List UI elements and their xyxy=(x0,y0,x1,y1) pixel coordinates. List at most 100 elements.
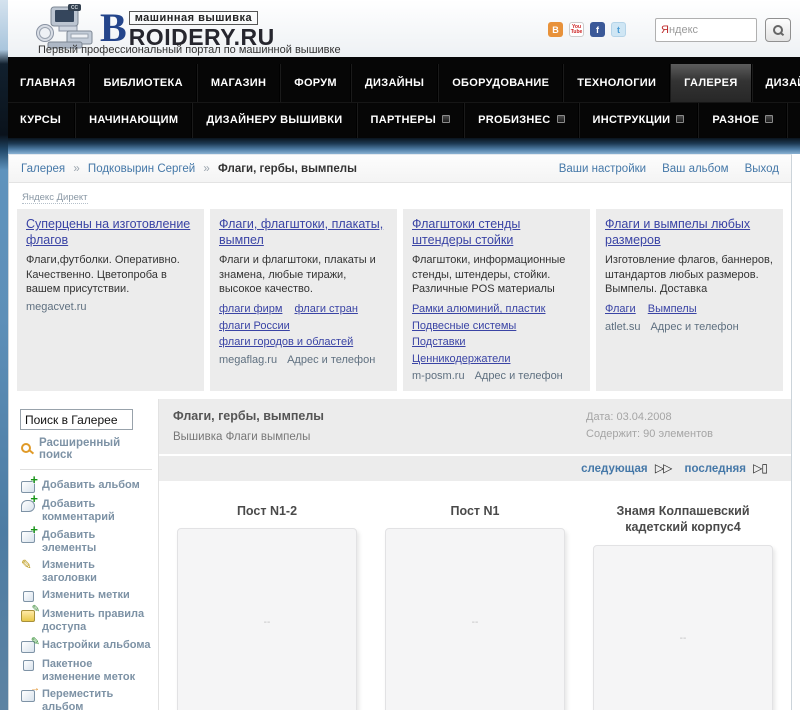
advanced-search-link[interactable]: Расширенный поиск xyxy=(20,437,152,461)
nav-instruktsii[interactable]: ИНСТРУКЦИИ xyxy=(578,103,699,138)
ad-body-text: Флагштоки, информационные стенды, штенде… xyxy=(412,254,566,295)
item-thumbnail[interactable]: -- xyxy=(177,528,357,710)
user-settings-link[interactable]: Ваши настройки xyxy=(559,163,646,175)
ad-body-text: Изготовление флагов, баннеров, штандарто… xyxy=(605,254,773,295)
item-thumbnail[interactable]: -- xyxy=(593,544,773,710)
broken-image-icon: -- xyxy=(679,633,687,645)
ad-sitelink[interactable]: флаги фирм xyxy=(219,301,282,318)
nav-dizaynery[interactable]: ДИЗАЙНЕРЫ xyxy=(751,64,800,102)
sidebar-item-move-album[interactable]: Переместить альбом xyxy=(20,683,152,710)
edit-tags-icon xyxy=(20,589,39,604)
ad-sitelink[interactable]: флаги городов и областей xyxy=(219,334,353,351)
ad-domain-link[interactable]: megaflag.ru xyxy=(219,354,277,366)
ad-domain-link[interactable]: m-posm.ru xyxy=(412,370,465,382)
breadcrumb-bar: Галерея » Подковырин Сергей » Флаги, гер… xyxy=(9,155,791,183)
nav-tekhnologii[interactable]: ТЕХНОЛОГИИ xyxy=(563,64,671,102)
album-settings-icon xyxy=(20,636,40,654)
ad-sitelink[interactable]: Ценникодержатели xyxy=(412,351,510,368)
sidebar-item-edit-access[interactable]: Изменить правила доступа xyxy=(20,604,152,634)
pagination-bar: следующая ▷▷ последняя ▷▯ xyxy=(159,456,791,482)
ad-block-3: Флагштоки стенды штендеры стойки Флагшто… xyxy=(403,209,590,392)
page-left-edge xyxy=(0,0,8,710)
nav-nachinayushchim[interactable]: НАЧИНАЮЩИМ xyxy=(75,103,193,138)
nav-forum[interactable]: ФОРУМ xyxy=(280,64,351,102)
logout-link[interactable]: Выход xyxy=(745,163,779,175)
search-magnifier-icon xyxy=(772,24,784,36)
sidebar-item-add-album[interactable]: Добавить альбом xyxy=(20,472,152,494)
move-album-icon xyxy=(20,683,40,703)
ad-sitelink[interactable]: Рамки алюминий, пластик xyxy=(412,301,546,318)
gallery-item-1: Пост N1-2 -- Дата: 10.06.2015 Новый « оп… xyxy=(163,503,371,710)
youtube-icon[interactable]: You Tube xyxy=(569,22,584,37)
gallery-search-input[interactable] xyxy=(20,409,133,431)
nav-biblioteka[interactable]: БИБЛИОТЕКА xyxy=(89,64,197,102)
nav-kursy[interactable]: КУРСЫ xyxy=(6,103,76,138)
logo-cc-badge: cc xyxy=(68,4,81,11)
edit-titles-icon xyxy=(20,557,39,574)
breadcrumb-gallery-link[interactable]: Галерея xyxy=(21,163,65,175)
ad-contact-link[interactable]: Адрес и телефон xyxy=(650,321,738,333)
ad-block-1: Суперцены на изготовление флагов Флаги,ф… xyxy=(17,209,204,392)
gallery-item-3: Знамя Колпашевский кадетский корпус4 -- … xyxy=(579,503,787,710)
gallery-items: Пост N1-2 -- Дата: 10.06.2015 Новый « оп… xyxy=(159,481,791,710)
ad-sitelink[interactable]: Флаги xyxy=(605,301,636,318)
ad-sitelink[interactable]: Вымпелы xyxy=(648,301,697,318)
ad-sitelink[interactable]: флаги стран xyxy=(295,301,358,318)
last-page-icon[interactable]: ▷▯ xyxy=(753,461,768,475)
user-album-link[interactable]: Ваш альбом xyxy=(662,163,728,175)
nav-row-2: КУРСЫ НАЧИНАЮЩИМ ДИЗАЙНЕРУ ВЫШИВКИ ПАРТН… xyxy=(0,103,800,138)
ad-title-link[interactable]: Суперцены на изготовление флагов xyxy=(26,217,195,248)
nav-magazin[interactable]: МАГАЗИН xyxy=(196,64,281,102)
nav-row-1: ГЛАВНАЯ БИБЛИОТЕКА МАГАЗИН ФОРУМ ДИЗАЙНЫ… xyxy=(0,64,800,103)
nav-dizayny[interactable]: ДИЗАЙНЫ xyxy=(350,64,439,102)
ad-title-link[interactable]: Флаги, флагштоки, плакаты, вымпел xyxy=(219,217,388,248)
nav-probiznes[interactable]: PROБИЗНЕС xyxy=(464,103,579,138)
sidebar-item-album-settings[interactable]: Настройки альбома xyxy=(20,636,152,654)
add-elements-icon xyxy=(20,522,39,544)
sidebar-item-add-elements[interactable]: Добавить элементы xyxy=(20,522,152,555)
breadcrumb-author-link[interactable]: Подковырин Сергей xyxy=(88,163,195,175)
blogger-icon[interactable]: B xyxy=(548,22,563,37)
magnifier-icon xyxy=(20,442,35,456)
sidebar-item-edit-tags[interactable]: Изменить метки xyxy=(20,589,152,604)
next-page-link[interactable]: следующая xyxy=(581,463,648,475)
ad-sitelink[interactable]: флаги России xyxy=(219,318,290,335)
ad-domain-link[interactable]: megacvet.ru xyxy=(26,301,87,313)
sidebar-item-edit-titles[interactable]: Изменить заголовки xyxy=(20,557,152,585)
breadcrumb-separator: » xyxy=(73,163,80,175)
ad-domain-link[interactable]: atlet.su xyxy=(605,321,640,333)
item-thumbnail[interactable]: -- xyxy=(385,528,565,710)
yandex-search-button[interactable] xyxy=(765,18,791,42)
nav-galereya[interactable]: ГАЛЕРЕЯ xyxy=(670,64,752,102)
ad-sitelink[interactable]: Подставки xyxy=(412,334,466,351)
item-title: Пост N1 xyxy=(450,504,500,519)
ad-contact-link[interactable]: Адрес и телефон xyxy=(287,354,375,366)
yandex-direct-label: Яндекс Директ xyxy=(22,192,88,204)
sidebar-item-add-comment[interactable]: Добавить комментарий xyxy=(20,491,152,524)
nav-oborudovanie[interactable]: ОБОРУДОВАНИЕ xyxy=(438,64,564,102)
ad-sitelink[interactable]: Подвесные системы xyxy=(412,318,516,335)
nav-dizayneru-vyshivki[interactable]: ДИЗАЙНЕРУ ВЫШИВКИ xyxy=(192,103,357,138)
ad-contact-link[interactable]: Адрес и телефон xyxy=(475,370,563,382)
ads-row: Суперцены на изготовление флагов Флаги,ф… xyxy=(17,209,783,392)
nav-glavnaya[interactable]: ГЛАВНАЯ xyxy=(6,64,90,102)
yandex-direct-ads: Яндекс Директ Суперцены на изготовление … xyxy=(9,183,791,399)
ad-title-link[interactable]: Флагштоки стенды штендеры стойки xyxy=(412,217,581,248)
dropdown-indicator-icon xyxy=(765,115,774,123)
content-panel: Галерея » Подковырин Сергей » Флаги, гер… xyxy=(8,154,792,710)
sidebar-item-batch-tags[interactable]: Пакетное изменение меток xyxy=(20,658,152,684)
yandex-search-input[interactable]: Яндекс xyxy=(655,18,757,42)
ad-body-text: Флаги и флагштоки, плакаты и знамена, лю… xyxy=(219,254,376,295)
ad-title-link[interactable]: Флаги и вымпелы любых размеров xyxy=(605,217,774,248)
ad-block-4: Флаги и вымпелы любых размеров Изготовле… xyxy=(596,209,783,392)
gallery-sidebar: Расширенный поиск Добавить альбом Добави… xyxy=(9,399,159,710)
nav-o-nas[interactable]: О НАС xyxy=(787,103,800,138)
last-page-link[interactable]: последняя xyxy=(685,463,746,475)
nav-shadow-band xyxy=(0,138,800,154)
nav-raznoe[interactable]: РАЗНОЕ xyxy=(698,103,788,138)
ad-sitelinks: Рамки алюминий, пластик Подвесные систем… xyxy=(412,301,581,367)
facebook-icon[interactable]: f xyxy=(590,22,605,37)
nav-partnery[interactable]: ПАРТНЕРЫ xyxy=(356,103,465,138)
next-page-icon[interactable]: ▷▷ xyxy=(655,461,672,475)
twitter-icon[interactable]: t xyxy=(611,22,626,37)
